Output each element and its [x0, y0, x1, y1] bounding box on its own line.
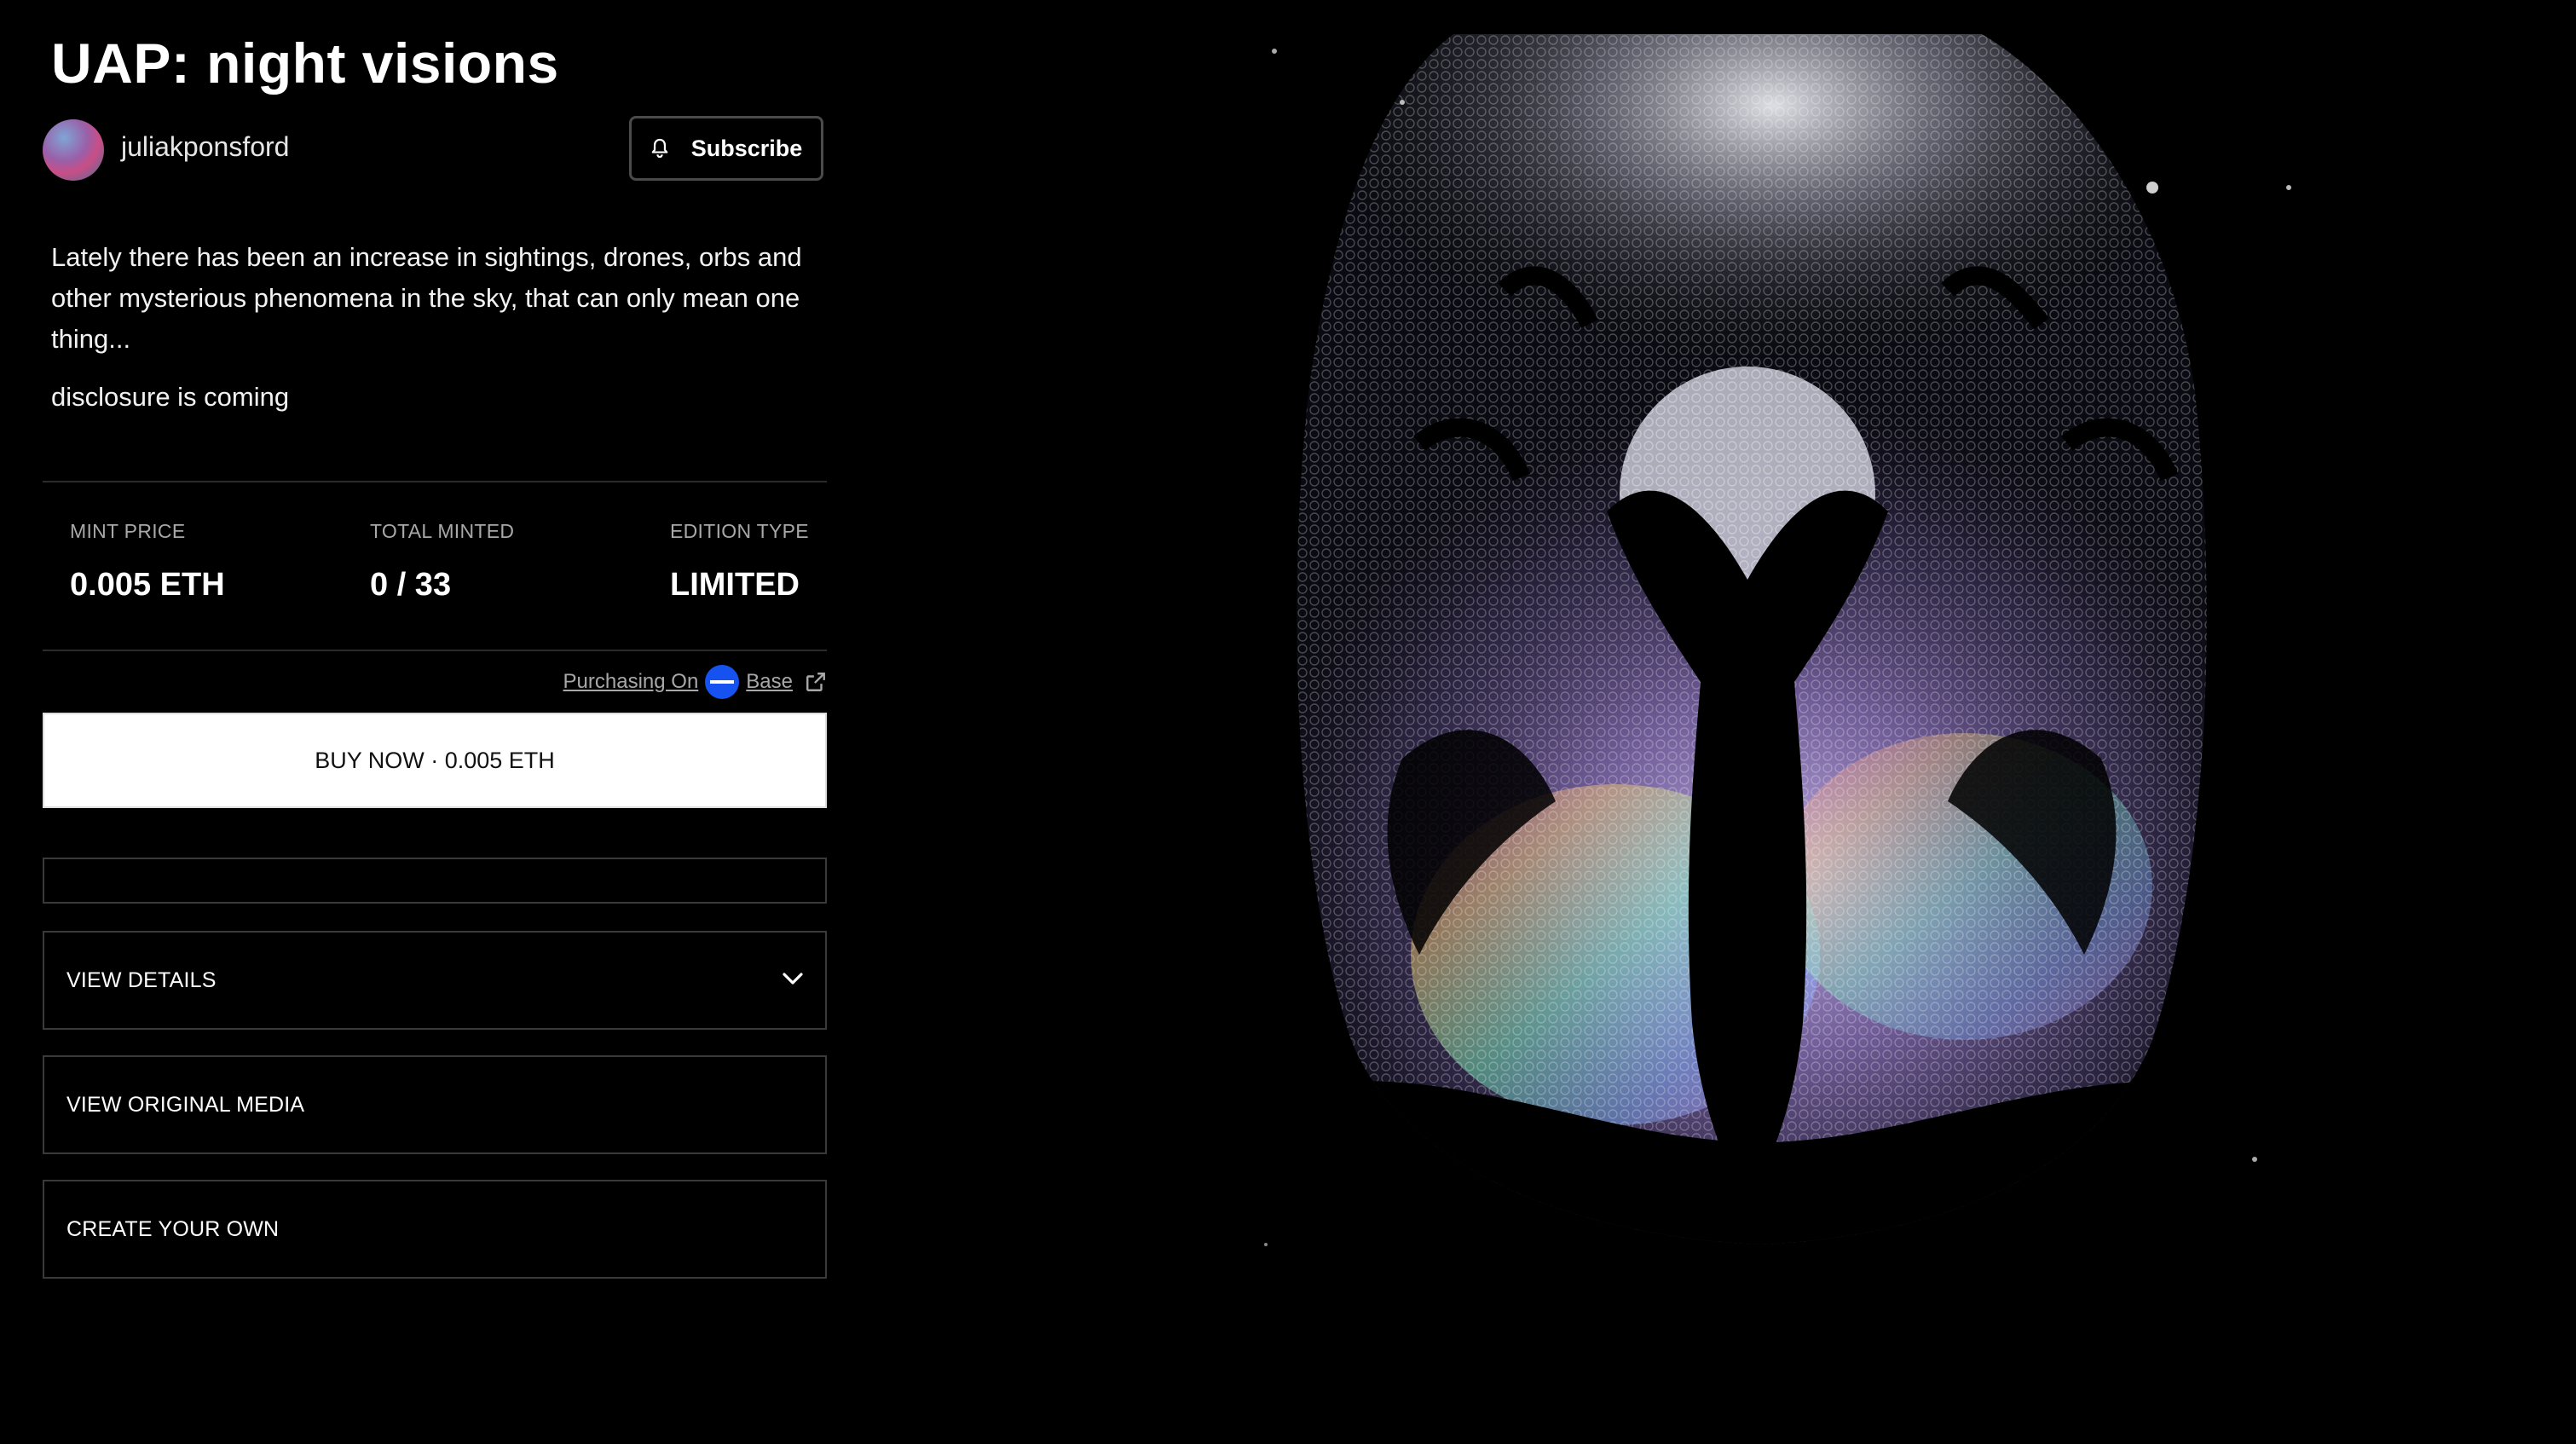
accordion-label: CREATE YOUR OWN [66, 1216, 280, 1241]
subscribe-label: Subscribe [690, 135, 803, 161]
purchasing-network: Purchasing On Base [563, 665, 827, 699]
accordion-label: VIEW ORIGINAL MEDIA [66, 1092, 305, 1117]
empty-panel [43, 858, 827, 904]
buy-now-button[interactable]: BUY NOW · 0.005 ETH [43, 713, 827, 808]
description: Lately there has been an increase in sig… [51, 237, 818, 435]
view-original-media-button[interactable]: VIEW ORIGINAL MEDIA [43, 1055, 827, 1154]
create-your-own-button[interactable]: CREATE YOUR OWN [43, 1180, 827, 1279]
artwork-image[interactable] [1249, 34, 2297, 1338]
stat-total-minted: TOTAL MINTED 0 / 33 [370, 520, 514, 604]
description-paragraph: Lately there has been an increase in sig… [51, 242, 802, 354]
stat-label: EDITION TYPE [670, 520, 809, 542]
stat-mint-price: MINT PRICE 0.005 ETH [70, 520, 225, 604]
creator-row: juliakponsford Subscribe [43, 116, 827, 184]
stat-edition-type: EDITION TYPE LIMITED [670, 520, 809, 604]
stat-value: 0.005 ETH [70, 567, 225, 603]
description-paragraph: disclosure is coming [51, 382, 290, 412]
view-details-accordion[interactable]: VIEW DETAILS [43, 931, 827, 1030]
avatar[interactable] [43, 119, 104, 181]
stat-label: TOTAL MINTED [370, 520, 515, 542]
external-link-icon[interactable] [805, 671, 827, 693]
subscribe-button[interactable]: Subscribe [629, 116, 823, 181]
purchasing-on-link[interactable]: Purchasing On [563, 670, 699, 694]
stat-value: 0 / 33 [370, 567, 452, 603]
page-title: UAP: night visions [51, 32, 559, 95]
creator-name[interactable]: juliakponsford [121, 131, 289, 163]
base-logo-icon [705, 665, 740, 699]
page: UAP: night visions juliakponsford Subscr… [0, 0, 2576, 1444]
stat-value: LIMITED [670, 567, 800, 603]
accordion-label: VIEW DETAILS [66, 967, 217, 992]
stat-label: MINT PRICE [70, 520, 186, 542]
mint-stats: MINT PRICE 0.005 ETH TOTAL MINTED 0 / 33… [43, 494, 827, 648]
bell-icon [651, 138, 668, 159]
divider [43, 481, 827, 482]
chevron-down-icon [783, 973, 803, 985]
divider [43, 650, 827, 651]
network-link[interactable]: Base [746, 670, 793, 694]
